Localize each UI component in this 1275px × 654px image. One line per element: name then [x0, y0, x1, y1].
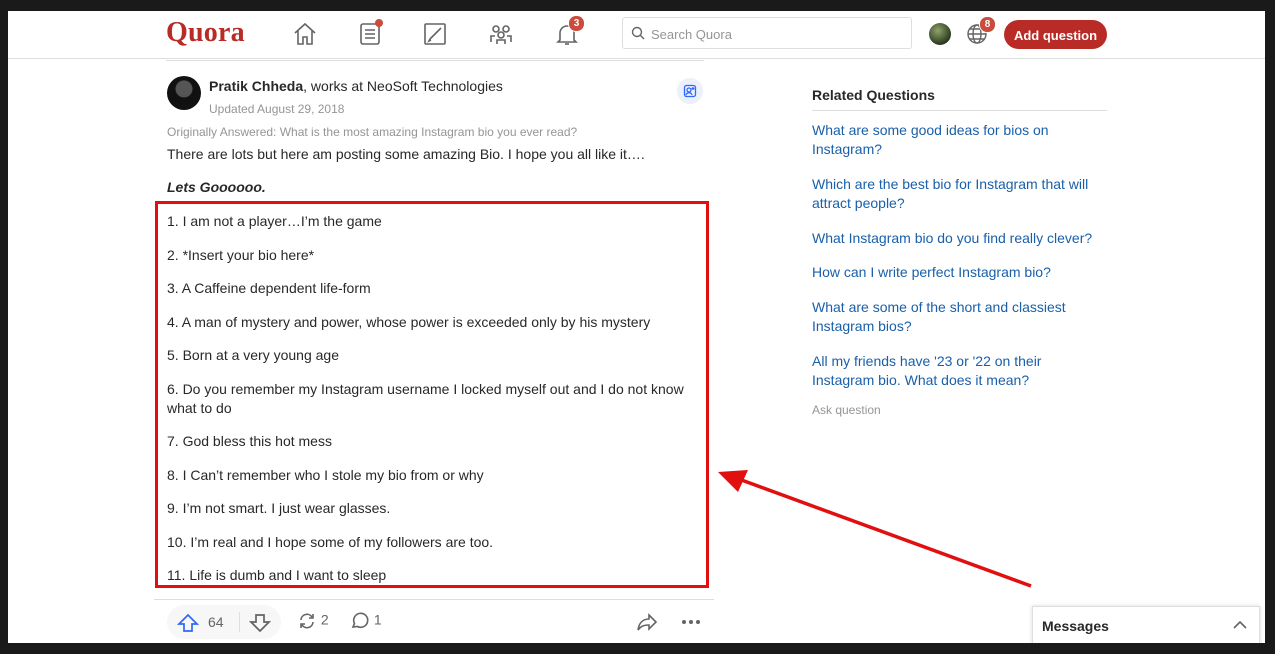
- answer-emphasis: Lets Goooooo.: [167, 179, 266, 195]
- bio-list: 1. I am not a player…I’m the game 2. *In…: [167, 212, 699, 600]
- author-name[interactable]: Pratik Chheda: [209, 78, 303, 94]
- comment-button[interactable]: 1: [350, 611, 382, 631]
- list-item: 6. Do you remember my Instagram username…: [167, 380, 684, 416]
- comment-icon: [351, 612, 369, 629]
- add-question-button[interactable]: Add question: [1004, 20, 1107, 49]
- pencil-icon[interactable]: [422, 21, 448, 47]
- answer-intro: There are lots but here am posting some …: [167, 146, 645, 162]
- related-questions-title: Related Questions: [812, 87, 1107, 111]
- related-questions-panel: Related Questions What are some good ide…: [812, 87, 1107, 390]
- language-globe-icon[interactable]: 8: [966, 16, 996, 50]
- list-item: 10. I’m real and I hope some of my follo…: [167, 533, 494, 550]
- downvote-icon[interactable]: [249, 613, 271, 633]
- related-question-link[interactable]: What Instagram bio do you find really cl…: [812, 229, 1107, 248]
- answer-list-icon[interactable]: [357, 19, 383, 47]
- search-icon: [631, 26, 645, 40]
- profile-avatar[interactable]: [929, 23, 951, 45]
- action-bar-divider: [154, 599, 714, 600]
- follow-icon: [683, 84, 697, 98]
- list-item: 7. God bless this hot mess: [167, 433, 332, 449]
- related-question-link[interactable]: What are some good ideas for bios on Ins…: [812, 121, 1107, 159]
- notification-badge: 3: [568, 15, 585, 32]
- quora-logo[interactable]: Quora: [166, 17, 245, 49]
- answer-updated-date[interactable]: Updated August 29, 2018: [209, 102, 344, 116]
- list-item: 5. Born at a very young age: [167, 347, 339, 363]
- top-nav-bar: Quora 3 8 Add question: [8, 11, 1265, 59]
- follow-author-button[interactable]: [677, 78, 703, 104]
- messages-panel[interactable]: Messages: [1032, 606, 1260, 643]
- reshare-count: 2: [320, 611, 329, 628]
- search-input[interactable]: [649, 23, 903, 45]
- related-question-link[interactable]: All my friends have '23 or '22 on their …: [812, 352, 1107, 390]
- comment-count: 1: [373, 611, 382, 628]
- home-icon[interactable]: [292, 21, 318, 47]
- list-item: 4. A man of mystery and power, whose pow…: [167, 313, 651, 330]
- share-reshare-button[interactable]: 2: [297, 611, 329, 631]
- ask-question-link[interactable]: Ask question: [812, 403, 881, 417]
- bell-icon[interactable]: 3: [554, 15, 585, 47]
- chevron-up-icon[interactable]: [1233, 620, 1247, 630]
- reshare-icon: [300, 613, 314, 629]
- related-question-link[interactable]: What are some of the short and classiest…: [812, 298, 1107, 336]
- upvote-count: 64: [208, 614, 224, 630]
- author-avatar[interactable]: [167, 76, 201, 110]
- share-icon[interactable]: [636, 612, 658, 632]
- related-question-link[interactable]: How can I write perfect Instagram bio?: [812, 263, 1107, 282]
- list-item: 9. I’m not smart. I just wear glasses.: [167, 500, 391, 516]
- related-question-link[interactable]: Which are the best bio for Instagram tha…: [812, 175, 1107, 213]
- list-item: 3. A Caffeine dependent life-form: [167, 280, 371, 296]
- list-item: 8. I Can’t remember who I stole my bio f…: [167, 466, 484, 483]
- annotation-arrow: [718, 470, 1032, 588]
- author-credential: , works at NeoSoft Technologies: [303, 78, 503, 94]
- notification-dot: [375, 19, 383, 27]
- page: Quora 3 8 Add question: [8, 11, 1265, 643]
- vote-control: 64: [167, 605, 281, 639]
- divider: [166, 60, 704, 61]
- list-item: 1. I am not a player…I’m the game: [167, 213, 382, 229]
- divider: [239, 612, 240, 632]
- messages-label: Messages: [1042, 618, 1109, 634]
- list-item: 11. Life is dumb and I want to sleep: [167, 567, 387, 583]
- list-item: 2. *Insert your bio here*: [167, 246, 315, 263]
- more-options-icon[interactable]: [680, 612, 702, 632]
- language-badge: 8: [979, 16, 996, 33]
- originally-answered[interactable]: Originally Answered: What is the most am…: [167, 125, 577, 139]
- upvote-icon[interactable]: [177, 613, 199, 633]
- author-line: Pratik Chheda, works at NeoSoft Technolo…: [209, 78, 503, 94]
- spaces-icon[interactable]: [488, 21, 514, 47]
- search-box[interactable]: [622, 17, 912, 49]
